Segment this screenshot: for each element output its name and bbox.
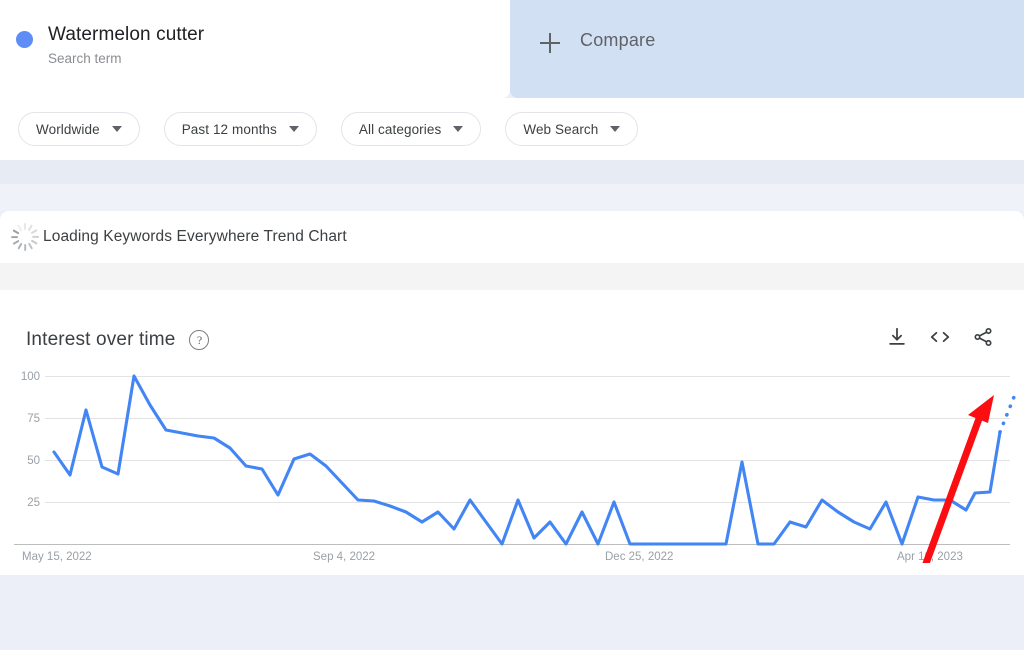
interest-over-time-card: Interest over time ? 100 75 50 25 May 15…	[0, 290, 1024, 575]
red-arrow-annotation	[922, 395, 994, 563]
filter-location[interactable]: Worldwide	[18, 112, 140, 146]
svg-text:100: 100	[21, 371, 40, 383]
svg-text:50: 50	[27, 455, 40, 467]
svg-text:Dec 25, 2022: Dec 25, 2022	[605, 551, 673, 563]
chart-title-group: Interest over time ?	[26, 328, 210, 351]
gridlines	[45, 376, 1010, 503]
x-axis-ticks: May 15, 2022 Sep 4, 2022 Dec 25, 2022 Ap…	[22, 551, 963, 563]
chevron-down-icon	[453, 126, 464, 132]
chevron-down-icon	[111, 126, 122, 132]
loading-banner: Loading Keywords Everywhere Trend Chart	[0, 211, 1024, 263]
filter-location-label: Worldwide	[36, 121, 100, 137]
search-term-type: Search term	[48, 51, 122, 66]
page-title: Interest over time	[26, 328, 176, 350]
spacer-band-lower	[0, 184, 1024, 211]
trend-plot: 100 75 50 25 May 15, 2022 Sep 4, 2022 De…	[0, 353, 1024, 563]
trend-line-partial	[998, 395, 1016, 434]
svg-text:25: 25	[27, 497, 40, 509]
chart-action-group	[886, 326, 994, 353]
chevron-down-icon	[288, 126, 299, 132]
svg-text:75: 75	[27, 413, 40, 425]
filter-category[interactable]: All categories	[340, 112, 482, 146]
search-term-card[interactable]: Watermelon cutter Search term	[0, 0, 510, 98]
loading-text: Loading Keywords Everywhere Trend Chart	[43, 228, 347, 245]
download-icon[interactable]	[886, 326, 908, 353]
search-term-title: Watermelon cutter	[48, 24, 205, 45]
chart-header: Interest over time ?	[0, 290, 1024, 353]
filter-category-label: All categories	[358, 121, 442, 137]
filter-search-type-label: Web Search	[523, 121, 599, 137]
filter-time-range-label: Past 12 months	[181, 121, 277, 137]
search-term-text: Watermelon cutter Search term	[48, 22, 204, 68]
svg-text:May 15, 2022: May 15, 2022	[22, 551, 92, 563]
plus-icon	[540, 33, 560, 53]
svg-text:Sep 4, 2022: Sep 4, 2022	[313, 551, 375, 563]
compare-button[interactable]: Compare	[510, 0, 1024, 98]
spinner-icon	[10, 222, 40, 252]
chevron-down-icon	[610, 126, 621, 132]
embed-code-icon[interactable]	[928, 326, 952, 353]
question-mark-icon[interactable]: ?	[189, 329, 210, 350]
y-axis-ticks: 100 75 50 25	[21, 371, 40, 509]
trend-plot-svg: 100 75 50 25 May 15, 2022 Sep 4, 2022 De…	[14, 371, 1016, 563]
spacer-band-chart-top	[0, 263, 1024, 290]
filter-search-type[interactable]: Web Search	[505, 112, 639, 146]
series-color-dot	[16, 31, 33, 48]
filter-time-range[interactable]: Past 12 months	[163, 112, 317, 146]
compare-label: Compare	[580, 30, 656, 50]
share-icon[interactable]	[972, 326, 994, 353]
spacer-band-upper	[0, 160, 1024, 184]
filter-bar: Worldwide Past 12 months All categories …	[0, 98, 1024, 160]
term-header-row: Watermelon cutter Search term Compare	[0, 0, 1024, 98]
